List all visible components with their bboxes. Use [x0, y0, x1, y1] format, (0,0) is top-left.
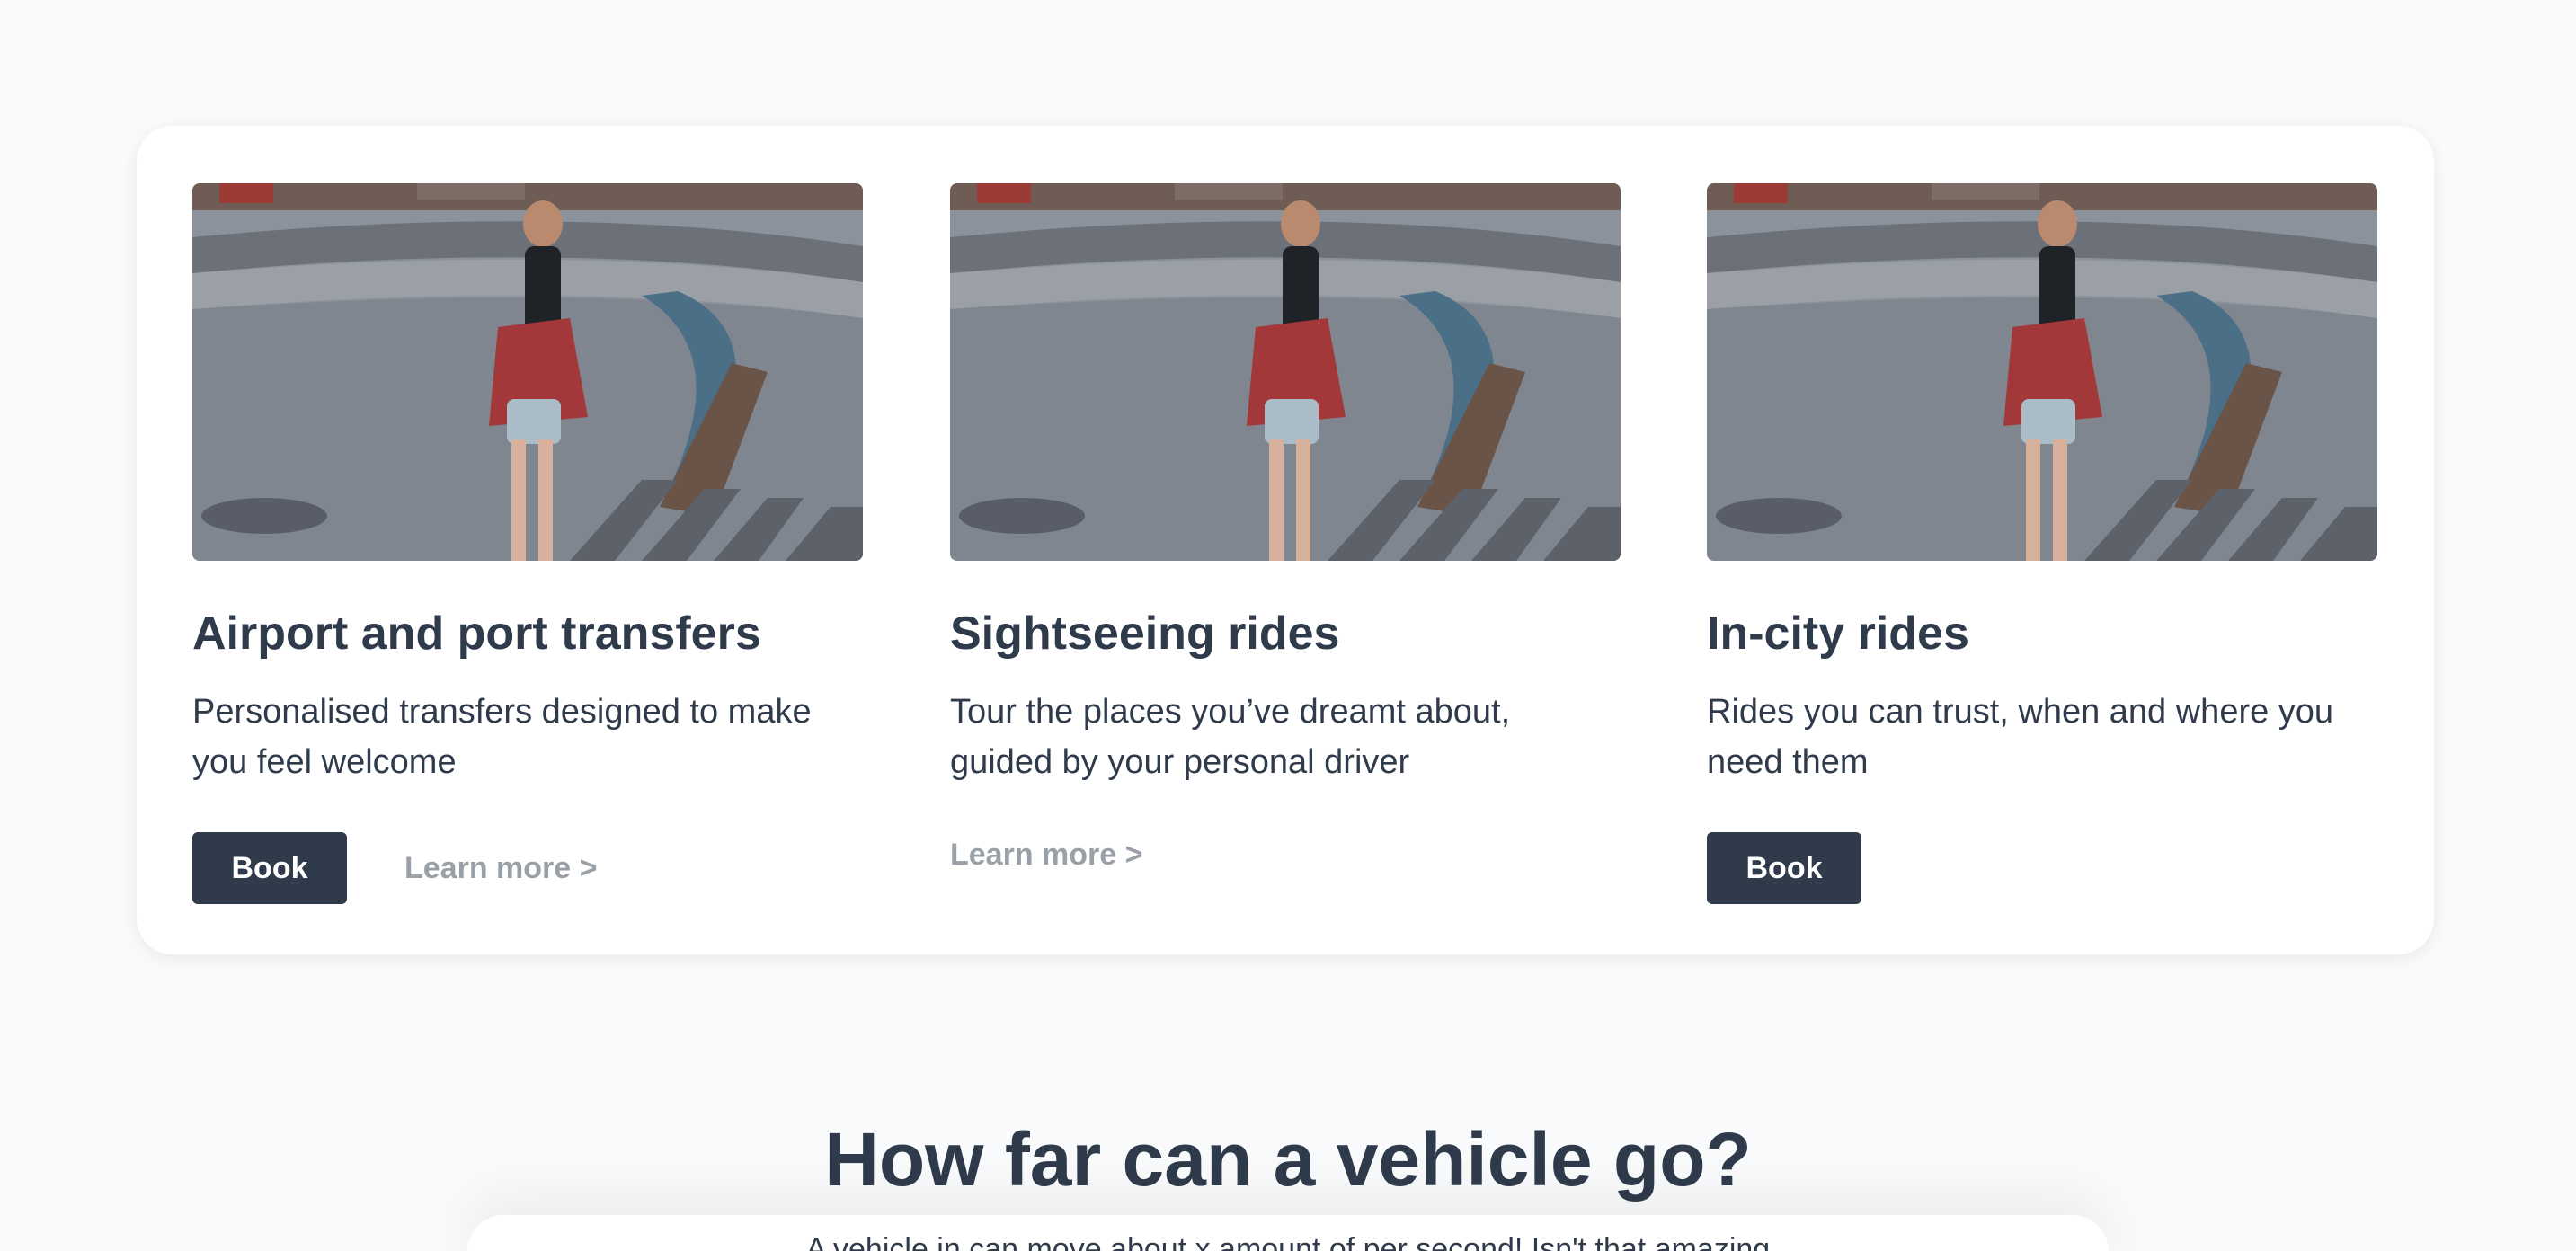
learn-more-link[interactable]: Learn more > [404, 851, 597, 886]
service-image [1707, 183, 2377, 561]
book-button[interactable]: Book [1707, 832, 1861, 905]
services-card: Airport and port transfers Personalised … [137, 126, 2434, 954]
service-title: Sightseeing rides [950, 608, 1340, 660]
service-description: Tour the places you’ve dreamt about, gui… [950, 693, 1511, 782]
section-subtitle: A vehicle in can move about x amount of … [805, 1232, 1771, 1251]
service-sightseeing-rides: Sightseeing rides Tour the places you’ve… [950, 183, 1621, 873]
book-button[interactable]: Book [192, 832, 347, 905]
service-actions: Book Learn more > [192, 832, 863, 905]
learn-more-link[interactable]: Learn more > [950, 838, 1142, 873]
service-image [192, 183, 863, 561]
service-description: Personalised transfers designed to make … [192, 693, 812, 782]
section-title: How far can a vehicle go? [824, 1117, 1752, 1202]
service-description: Rides you can trust, when and where you … [1707, 693, 2334, 782]
service-actions: Book [1707, 832, 2377, 905]
service-in-city-rides: In-city rides Rides you can trust, when … [1707, 183, 2377, 905]
service-title: Airport and port transfers [192, 608, 761, 660]
service-title: In-city rides [1707, 608, 1969, 660]
page: Airport and port transfers Personalised … [0, 0, 2576, 1251]
service-image [950, 183, 1621, 561]
service-actions: Learn more > [950, 838, 1621, 873]
service-airport-transfers: Airport and port transfers Personalised … [192, 183, 863, 905]
